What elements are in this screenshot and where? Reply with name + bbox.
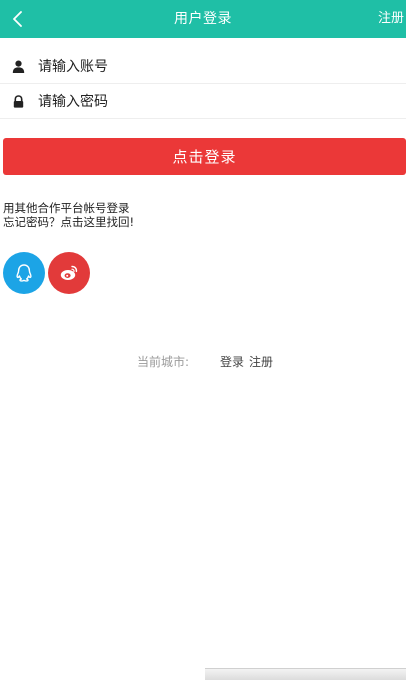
other-login-text: 用其他合作平台帐号登录	[3, 201, 130, 215]
footer-register-link[interactable]: 注册	[249, 353, 273, 371]
qq-icon	[16, 264, 32, 282]
header-register-link[interactable]: 注册	[378, 0, 406, 38]
current-city-label: 当前城市:	[137, 355, 190, 369]
header-bar: 用户登录 注册	[0, 0, 406, 38]
account-input[interactable]	[36, 51, 396, 82]
login-page: 用户登录 注册 点击登录 用其他合作平台帐号登录 忘记密码？点击这里找回!	[0, 0, 406, 680]
bottom-overlay-strip	[205, 668, 406, 680]
account-field-row	[0, 50, 406, 84]
current-city-line: 当前城市: 登录 注册	[0, 353, 406, 371]
qq-login-button[interactable]	[3, 252, 45, 294]
password-input[interactable]	[36, 86, 396, 117]
lock-icon	[0, 85, 36, 119]
user-icon	[0, 50, 36, 84]
weibo-icon	[60, 265, 78, 280]
page-title: 用户登录	[174, 11, 232, 27]
password-field-row	[0, 85, 406, 119]
footer-login-link[interactable]: 登录	[220, 353, 244, 371]
login-button[interactable]: 点击登录	[3, 138, 406, 175]
weibo-login-button[interactable]	[48, 252, 90, 294]
forgot-password-link[interactable]: 忘记密码？点击这里找回!	[3, 215, 134, 229]
